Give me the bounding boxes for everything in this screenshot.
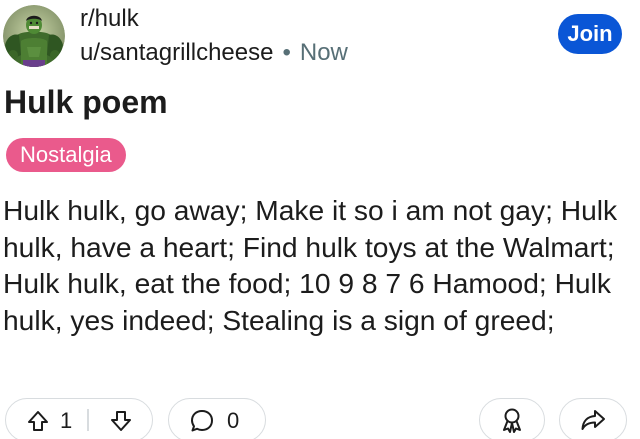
post-title: Hulk poem [4, 84, 168, 120]
share-button[interactable] [559, 398, 627, 439]
separator-dot: • [282, 39, 291, 66]
community-name[interactable]: r/hulk [80, 4, 348, 34]
byline: u/santagrillcheese • Now [80, 38, 348, 68]
vote-control: 1 [5, 398, 153, 439]
action-bar: 1 0 [0, 396, 640, 439]
downvote-arrow-icon[interactable] [109, 409, 133, 433]
join-button[interactable]: Join [558, 14, 622, 54]
award-icon [498, 406, 526, 434]
vote-count: 1 [60, 408, 73, 433]
flair-badge[interactable]: Nostalgia [6, 138, 126, 172]
post-meta: r/hulk u/santagrillcheese • Now [80, 4, 348, 68]
upvote-arrow-icon[interactable] [26, 409, 50, 433]
comment-bubble-icon [189, 408, 215, 434]
reddit-post: r/hulk u/santagrillcheese • Now Join Hul… [0, 0, 640, 439]
comment-count: 0 [227, 408, 240, 433]
hulk-avatar-icon [3, 5, 65, 67]
vote-divider [87, 409, 89, 431]
username[interactable]: u/santagrillcheese [80, 38, 273, 68]
community-avatar[interactable] [3, 5, 65, 67]
post-body: Hulk hulk, go away; Make it so i am not … [3, 194, 618, 336]
post-time: Now [299, 39, 348, 66]
comment-button[interactable]: 0 [168, 398, 266, 439]
share-icon [579, 406, 607, 434]
award-button[interactable] [479, 398, 545, 439]
